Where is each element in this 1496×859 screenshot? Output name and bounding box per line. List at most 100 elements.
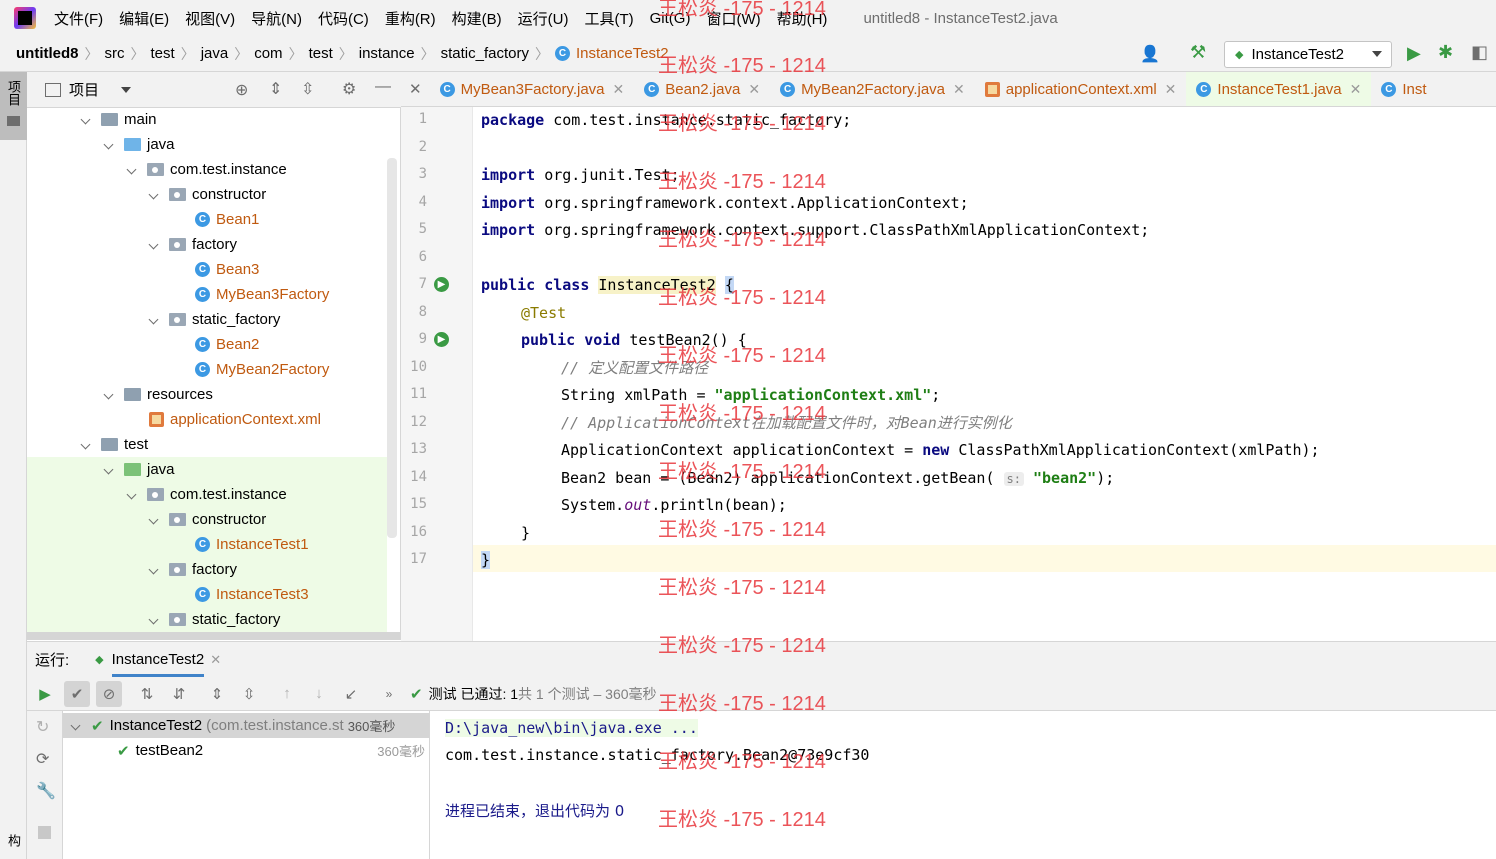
project-panel-title[interactable]: 项目 — [69, 79, 99, 100]
crumb-instance[interactable]: instance — [359, 45, 415, 62]
menu-file[interactable]: 文件(F) — [54, 8, 103, 29]
run-gutter-icon[interactable]: ▶ — [434, 332, 449, 347]
toggle-auto-test-icon[interactable]: ⟳ — [36, 749, 49, 769]
run-play-icon[interactable]: ▶ — [1407, 43, 1421, 64]
test-row-suite[interactable]: ✔ InstanceTest2 (com.test.instance.st 36… — [63, 713, 429, 738]
tree-item-main[interactable]: main — [27, 108, 387, 132]
line-number: 5 — [418, 221, 427, 237]
crumb-test[interactable]: test — [151, 45, 175, 62]
run-config-label: InstanceTest2 — [1251, 46, 1345, 63]
project-tool-label: 项目 — [6, 80, 21, 106]
tab-applicationcontext[interactable]: applicationContext.xml ✕ — [975, 72, 1187, 106]
tree-item-package[interactable]: com.test.instance — [27, 157, 387, 182]
tree-item-java[interactable]: java — [27, 132, 387, 157]
tab-instancetest2[interactable]: C Inst — [1371, 72, 1436, 106]
menu-tools[interactable]: 工具(T) — [584, 8, 633, 29]
tab-mybean3factory[interactable]: C MyBean3Factory.java ✕ — [430, 72, 635, 106]
coverage-icon[interactable]: ◧ — [1471, 42, 1488, 63]
menu-edit[interactable]: 编辑(E) — [119, 8, 169, 29]
crumb-file[interactable]: InstanceTest2 — [576, 45, 669, 62]
export-icon[interactable]: ↙ — [338, 681, 364, 707]
tree-item-test-factory[interactable]: factory — [27, 557, 387, 582]
crumb-src[interactable]: src — [105, 45, 125, 62]
tree-item-bean3[interactable]: C Bean3 — [27, 257, 387, 282]
tree-scrollbar[interactable] — [387, 158, 397, 538]
sort-alpha-icon[interactable]: ⇅ — [134, 681, 160, 707]
tree-item-test-constructor[interactable]: constructor — [27, 507, 387, 532]
run-gutter-icon[interactable]: ▶ — [434, 277, 449, 292]
tree-item-mybean2factory[interactable]: C MyBean2Factory — [27, 357, 387, 382]
wrench-icon[interactable]: 🔧 — [36, 781, 56, 801]
line-number: 7 — [418, 276, 427, 292]
close-icon[interactable]: ✕ — [210, 652, 221, 668]
project-tool-tab[interactable]: 项目 — [0, 72, 27, 140]
menu-window[interactable]: 窗口(W) — [706, 8, 760, 29]
menu-code[interactable]: 代码(C) — [318, 8, 369, 29]
build-hammer-icon[interactable]: ⚒ — [1190, 42, 1206, 63]
debug-bug-icon[interactable]: ✱ — [1438, 42, 1453, 63]
tree-item-applicationcontext[interactable]: applicationContext.xml — [27, 407, 387, 432]
rerun-icon[interactable]: ▶ — [32, 681, 58, 707]
close-icon[interactable]: ✕ — [748, 81, 760, 98]
close-icon[interactable]: ✕ — [613, 81, 625, 98]
expand-all-icon[interactable]: ⇕ — [204, 681, 230, 707]
tab-instancetest1[interactable]: C InstanceTest1.java ✕ — [1186, 72, 1372, 106]
collapse-all-icon[interactable]: ⇳ — [301, 79, 314, 99]
tree-item-static-factory[interactable]: static_factory — [27, 307, 387, 332]
tab-bean2[interactable]: C Bean2.java ✕ — [634, 72, 770, 106]
close-icon[interactable]: ✕ — [409, 80, 422, 98]
console-output[interactable]: D:\java_new\bin\java.exe ... com.test.in… — [430, 711, 1496, 859]
crumb-static-factory[interactable]: static_factory — [441, 45, 529, 62]
crumb-project[interactable]: untitled8 — [16, 45, 79, 62]
tree-item-bean1[interactable]: C Bean1 — [27, 207, 387, 232]
tree-item-test-package[interactable]: com.test.instance — [27, 482, 387, 507]
menu-run[interactable]: 运行(U) — [518, 8, 569, 29]
run-config-select[interactable]: ◆ InstanceTest2 — [1224, 41, 1392, 68]
collapse-all-icon[interactable]: ⇳ — [236, 681, 262, 707]
tree-item-test[interactable]: test — [27, 432, 387, 457]
menu-refactor[interactable]: 重构(R) — [385, 8, 436, 29]
menu-build[interactable]: 构建(B) — [452, 8, 502, 29]
run-tab[interactable]: InstanceTest2 — [111, 642, 205, 677]
line-number: 4 — [418, 194, 427, 210]
arrow-up-icon[interactable]: ↑ — [274, 681, 300, 707]
close-icon[interactable]: ✕ — [953, 81, 965, 98]
stop-icon[interactable] — [38, 826, 51, 839]
tab-mybean2factory[interactable]: C MyBean2Factory.java ✕ — [770, 72, 975, 106]
tree-item-instancetest3[interactable]: C InstanceTest3 — [27, 582, 387, 607]
code-editor[interactable]: package com.test.instance.static_factory… — [473, 107, 1496, 641]
show-ignored-icon[interactable]: ⊘ — [96, 680, 122, 707]
gear-icon[interactable]: ⚙ — [342, 79, 356, 99]
selected-row-partial[interactable] — [27, 632, 400, 640]
expand-all-icon[interactable]: ⇕ — [269, 79, 282, 99]
tree-item-test-static-factory[interactable]: static_factory — [27, 607, 387, 632]
test-row-method[interactable]: ✔ testBean2 360毫秒 — [63, 738, 429, 763]
close-icon[interactable]: ✕ — [1350, 81, 1362, 98]
menu-git[interactable]: Git(G) — [650, 10, 691, 27]
tree-item-instancetest1[interactable]: C InstanceTest1 — [27, 532, 387, 557]
locate-icon[interactable]: ⊕ — [235, 80, 248, 100]
close-icon[interactable]: ✕ — [1165, 81, 1177, 98]
show-passed-icon[interactable]: ✔ — [64, 680, 90, 707]
tree-item-constructor[interactable]: constructor — [27, 182, 387, 207]
tree-item-mybean3factory[interactable]: C MyBean3Factory — [27, 282, 387, 307]
crumb-com[interactable]: com — [254, 45, 282, 62]
menu-help[interactable]: 帮助(H) — [777, 8, 828, 29]
hide-icon[interactable]: — — [375, 78, 391, 96]
rerun-failed-icon[interactable]: ↻ — [36, 717, 49, 737]
menu-view[interactable]: 视图(V) — [185, 8, 235, 29]
arrow-down-icon[interactable]: ↓ — [306, 681, 332, 707]
user-icon[interactable]: 👤 — [1140, 44, 1160, 64]
tree-item-bean2[interactable]: C Bean2 — [27, 332, 387, 357]
code-line-4: import org.springframework.context.Appli… — [481, 194, 969, 212]
tree-item-resources[interactable]: resources — [27, 382, 387, 407]
chevron-down-icon[interactable] — [121, 86, 132, 93]
tree-item-factory[interactable]: factory — [27, 232, 387, 257]
crumb-test2[interactable]: test — [309, 45, 333, 62]
tree-item-test-java[interactable]: java — [27, 457, 387, 482]
sort-duration-icon[interactable]: ⇵ — [166, 681, 192, 707]
menu-navigate[interactable]: 导航(N) — [251, 8, 302, 29]
more-icon[interactable]: » — [376, 681, 402, 707]
code-line-7: public class InstanceTest2 { — [481, 276, 734, 294]
crumb-java[interactable]: java — [201, 45, 229, 62]
